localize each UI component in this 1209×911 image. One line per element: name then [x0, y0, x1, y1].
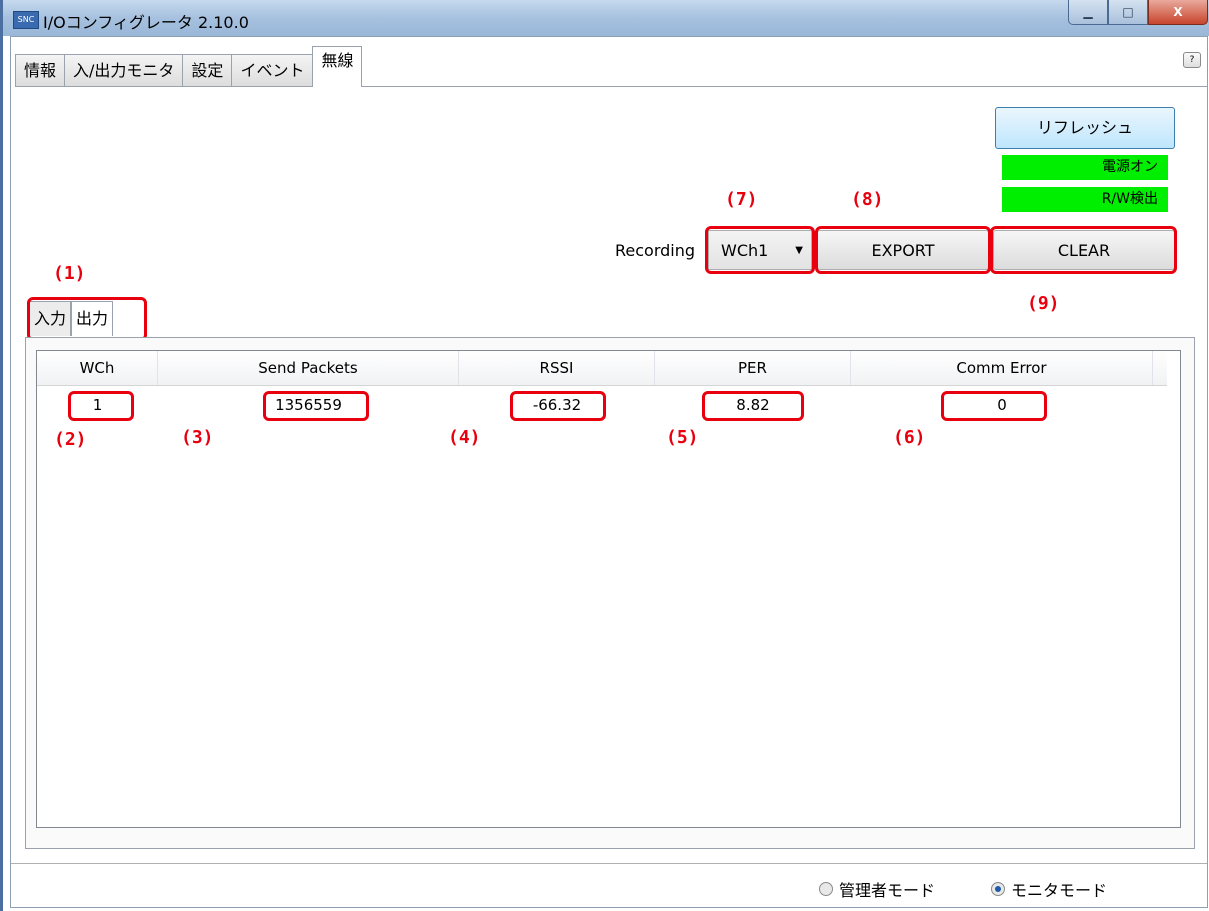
refresh-button[interactable]: リフレッシュ	[995, 107, 1175, 149]
main-tabs: 情報 入/出力モニタ 設定 イベント 無線	[15, 46, 363, 87]
tab-info[interactable]: 情報	[15, 54, 66, 87]
grid-header: WCh Send Packets RSSI PER Comm Error	[37, 351, 1167, 386]
admin-mode-label: 管理者モード	[839, 881, 936, 900]
highlight-comm-error	[941, 391, 1047, 421]
annotation-8: (8)	[851, 189, 884, 210]
highlight-wch	[68, 391, 134, 421]
header-per[interactable]: PER	[655, 351, 851, 385]
highlight-export-button	[815, 226, 991, 274]
tab-io-monitor[interactable]: 入/出力モニタ	[64, 54, 184, 87]
header-comm-error[interactable]: Comm Error	[851, 351, 1153, 385]
annotation-7: (7)	[725, 189, 758, 210]
highlight-per	[702, 391, 804, 421]
power-status-badge: 電源オン	[1002, 155, 1168, 180]
app-window: SNC I/Oコンフィグレータ 2.10.0 ▁ □ X 情報 入/出力モニタ …	[0, 0, 1209, 911]
annotation-4: (4)	[448, 427, 481, 448]
tab-divider	[15, 86, 1207, 87]
window-title: I/Oコンフィグレータ 2.10.0	[43, 13, 249, 32]
annotation-5: (5)	[666, 427, 699, 448]
close-button[interactable]: X	[1148, 0, 1208, 25]
tab-settings[interactable]: 設定	[182, 54, 233, 87]
app-icon: SNC	[13, 11, 39, 29]
help-button[interactable]: ?	[1183, 52, 1201, 68]
annotation-6: (6)	[893, 427, 926, 448]
annotation-2: (2)	[54, 429, 87, 450]
annotation-1: (1)	[53, 263, 86, 284]
rw-status-badge: R/W検出	[1002, 187, 1168, 212]
window-controls: ▁ □ X	[1068, 0, 1208, 25]
highlight-subtabs	[27, 297, 147, 341]
tab-wireless[interactable]: 無線	[312, 46, 363, 87]
header-send-packets[interactable]: Send Packets	[158, 351, 459, 385]
admin-mode-radio[interactable]: 管理者モード	[819, 877, 935, 901]
minimize-button[interactable]: ▁	[1068, 0, 1108, 25]
highlight-clear-button	[990, 226, 1177, 274]
data-grid: WCh Send Packets RSSI PER Comm Error 1 1…	[36, 350, 1181, 828]
recording-label: Recording	[615, 241, 696, 260]
header-rssi[interactable]: RSSI	[459, 351, 655, 385]
footer-divider	[11, 863, 1207, 864]
radio-unselected-icon	[819, 882, 833, 896]
radio-selected-icon	[991, 882, 1005, 896]
output-panel: WCh Send Packets RSSI PER Comm Error 1 1…	[25, 337, 1195, 849]
highlight-rssi	[510, 391, 606, 421]
highlight-recording-select	[705, 226, 815, 274]
header-wch[interactable]: WCh	[37, 351, 158, 385]
annotation-9: (9)	[1027, 293, 1060, 314]
title-bar: SNC I/Oコンフィグレータ 2.10.0 ▁ □ X	[3, 0, 1209, 36]
monitor-mode-radio[interactable]: モニタモード	[991, 877, 1107, 901]
highlight-send-packets	[263, 391, 369, 421]
monitor-mode-label: モニタモード	[1011, 881, 1108, 900]
maximize-button[interactable]: □	[1108, 0, 1148, 25]
annotation-3: (3)	[181, 427, 214, 448]
client-area: 情報 入/出力モニタ 設定 イベント 無線 ? リフレッシュ 電源オン R/W検…	[10, 36, 1208, 908]
tab-event[interactable]: イベント	[231, 54, 314, 87]
